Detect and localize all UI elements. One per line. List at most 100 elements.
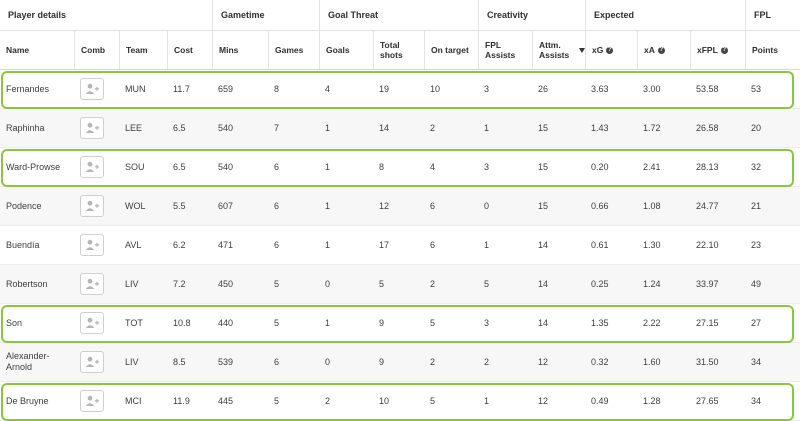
cell-goals: 2 [319, 382, 373, 420]
cell-name-value[interactable]: Raphinha [6, 123, 45, 134]
cell-name-value[interactable]: Robertson [6, 279, 48, 290]
cell-comb[interactable] [74, 382, 119, 420]
cell-comb[interactable] [74, 187, 119, 225]
cell-comb[interactable] [74, 109, 119, 147]
column-header-label: Cost [174, 45, 193, 55]
cell-comb[interactable] [74, 304, 119, 342]
cell-total_shots: 9 [373, 343, 424, 381]
column-header-cost[interactable]: Cost [167, 31, 212, 69]
cell-total_shots-value: 5 [379, 278, 385, 289]
column-header-label: xA [644, 45, 655, 55]
cell-mins-value: 445 [218, 395, 234, 406]
column-header-mins[interactable]: Mins [212, 31, 268, 69]
cell-name-value[interactable]: Fernandes [6, 84, 49, 95]
cell-xa-value: 1.72 [643, 122, 661, 133]
cell-on_target-value: 2 [430, 356, 436, 367]
add-player-icon [85, 317, 99, 328]
column-header-xg[interactable]: xG? [585, 31, 637, 69]
cell-team: SOU [119, 148, 167, 186]
column-header-points[interactable]: Points [745, 31, 800, 69]
column-header-goals[interactable]: Goals [319, 31, 373, 69]
cell-games-value: 5 [274, 278, 280, 289]
column-header-team[interactable]: Team [119, 31, 167, 69]
table-row[interactable]: De Bruyne MCI 11.9 445 5 2 10 5 1 12 0.49 1.28 27.65… [0, 382, 800, 421]
cell-fpl_assists-value: 1 [484, 122, 490, 133]
cell-fpl_assists: 3 [478, 70, 532, 108]
cell-team: MCI [119, 382, 167, 420]
cell-cost: 5.5 [167, 187, 212, 225]
add-player-button[interactable] [80, 234, 104, 256]
cell-team-value: TOT [125, 317, 143, 328]
column-header-row: Name Comb Team Cost Mins Games Goals Total shot… [0, 31, 800, 70]
cell-xa-value: 1.28 [643, 395, 661, 406]
add-player-icon [85, 83, 99, 94]
cell-on_target-value: 10 [430, 83, 441, 94]
cell-xg-value: 0.20 [591, 161, 609, 172]
table-row[interactable]: Fernandes MUN 11.7 659 8 4 19 10 3 26 3.63 3.00 53.5… [0, 70, 800, 109]
column-header-on_target[interactable]: On target [424, 31, 478, 69]
table-row[interactable]: Alexander-Arnold LIV 8.5 539 6 0 9 2 2 12 0.32 1.60… [0, 343, 800, 382]
cell-name-value[interactable]: Buendía [6, 240, 40, 251]
table-row[interactable]: Robertson LIV 7.2 450 5 0 5 2 5 14 0.25 1.24 33.97 49 [0, 265, 800, 304]
cell-xfpl: 22.10 [690, 226, 745, 264]
info-icon[interactable]: ? [606, 46, 614, 54]
cell-on_target: 4 [424, 148, 478, 186]
cell-cost-value: 5.5 [173, 200, 186, 211]
cell-fpl_assists-value: 3 [484, 161, 490, 172]
cell-comb[interactable] [74, 226, 119, 264]
cell-name-value[interactable]: Son [6, 318, 22, 329]
column-header-fpl_assists[interactable]: FPL Assists [478, 31, 532, 69]
cell-xfpl-value: 33.97 [696, 278, 719, 289]
table-row[interactable]: Raphinha LEE 6.5 540 7 1 14 2 1 15 1.43 1.72 26.58 20 [0, 109, 800, 148]
cell-goals: 0 [319, 343, 373, 381]
cell-games-value: 6 [274, 356, 280, 367]
cell-mins: 445 [212, 382, 268, 420]
cell-on_target-value: 6 [430, 200, 436, 211]
cell-fpl_assists: 0 [478, 187, 532, 225]
cell-cost-value: 7.2 [173, 278, 186, 289]
cell-cost: 8.5 [167, 343, 212, 381]
cell-total_shots-value: 10 [379, 395, 390, 406]
table-row[interactable]: Son TOT 10.8 440 5 1 9 5 3 14 1.35 2.22 27.15 27 [0, 304, 800, 343]
cell-team-value: SOU [125, 161, 145, 172]
column-header-xa[interactable]: xA? [637, 31, 690, 69]
cell-comb[interactable] [74, 265, 119, 303]
table-row[interactable]: Podence WOL 5.5 607 6 1 12 6 0 15 0.66 1.08 24.77 21 [0, 187, 800, 226]
column-header-comb[interactable]: Comb [74, 31, 119, 69]
column-header-attm_assists[interactable]: Attm. Assists [532, 31, 585, 69]
cell-name-value[interactable]: Ward-Prowse [6, 162, 60, 173]
cell-on_target-value: 5 [430, 317, 436, 328]
add-player-button[interactable] [80, 312, 104, 334]
column-header-xfpl[interactable]: xFPL? [690, 31, 745, 69]
cell-comb[interactable] [74, 148, 119, 186]
column-header-name[interactable]: Name [0, 31, 74, 69]
cell-comb[interactable] [74, 343, 119, 381]
info-icon[interactable]: ? [720, 46, 728, 54]
add-player-button[interactable] [80, 117, 104, 139]
info-icon[interactable]: ? [657, 46, 665, 54]
cell-xg: 0.25 [585, 265, 637, 303]
add-player-button[interactable] [80, 78, 104, 100]
cell-name-value[interactable]: De Bruyne [6, 396, 49, 407]
cell-cost: 11.7 [167, 70, 212, 108]
cell-team: LEE [119, 109, 167, 147]
add-player-button[interactable] [80, 390, 104, 412]
table-row[interactable]: Buendía AVL 6.2 471 6 1 17 6 1 14 0.61 1.30 22.10 23 [0, 226, 800, 265]
table-row[interactable]: Ward-Prowse SOU 6.5 540 6 1 8 4 3 15 0.20 2.41 28.13… [0, 148, 800, 187]
column-header-total_shots[interactable]: Total shots [373, 31, 424, 69]
cell-points: 34 [745, 343, 800, 381]
add-player-button[interactable] [80, 195, 104, 217]
add-player-button[interactable] [80, 273, 104, 295]
cell-name-value[interactable]: Alexander-Arnold [6, 351, 74, 373]
cell-games: 6 [268, 343, 319, 381]
cell-points: 34 [745, 382, 800, 420]
add-player-button[interactable] [80, 351, 104, 373]
cell-on_target: 2 [424, 343, 478, 381]
cell-comb[interactable] [74, 70, 119, 108]
column-header-games[interactable]: Games [268, 31, 319, 69]
add-player-button[interactable] [80, 156, 104, 178]
cell-name-value[interactable]: Podence [6, 201, 42, 212]
cell-attm_assists: 15 [532, 148, 585, 186]
cell-fpl_assists-value: 1 [484, 395, 490, 406]
cell-xg: 3.63 [585, 70, 637, 108]
